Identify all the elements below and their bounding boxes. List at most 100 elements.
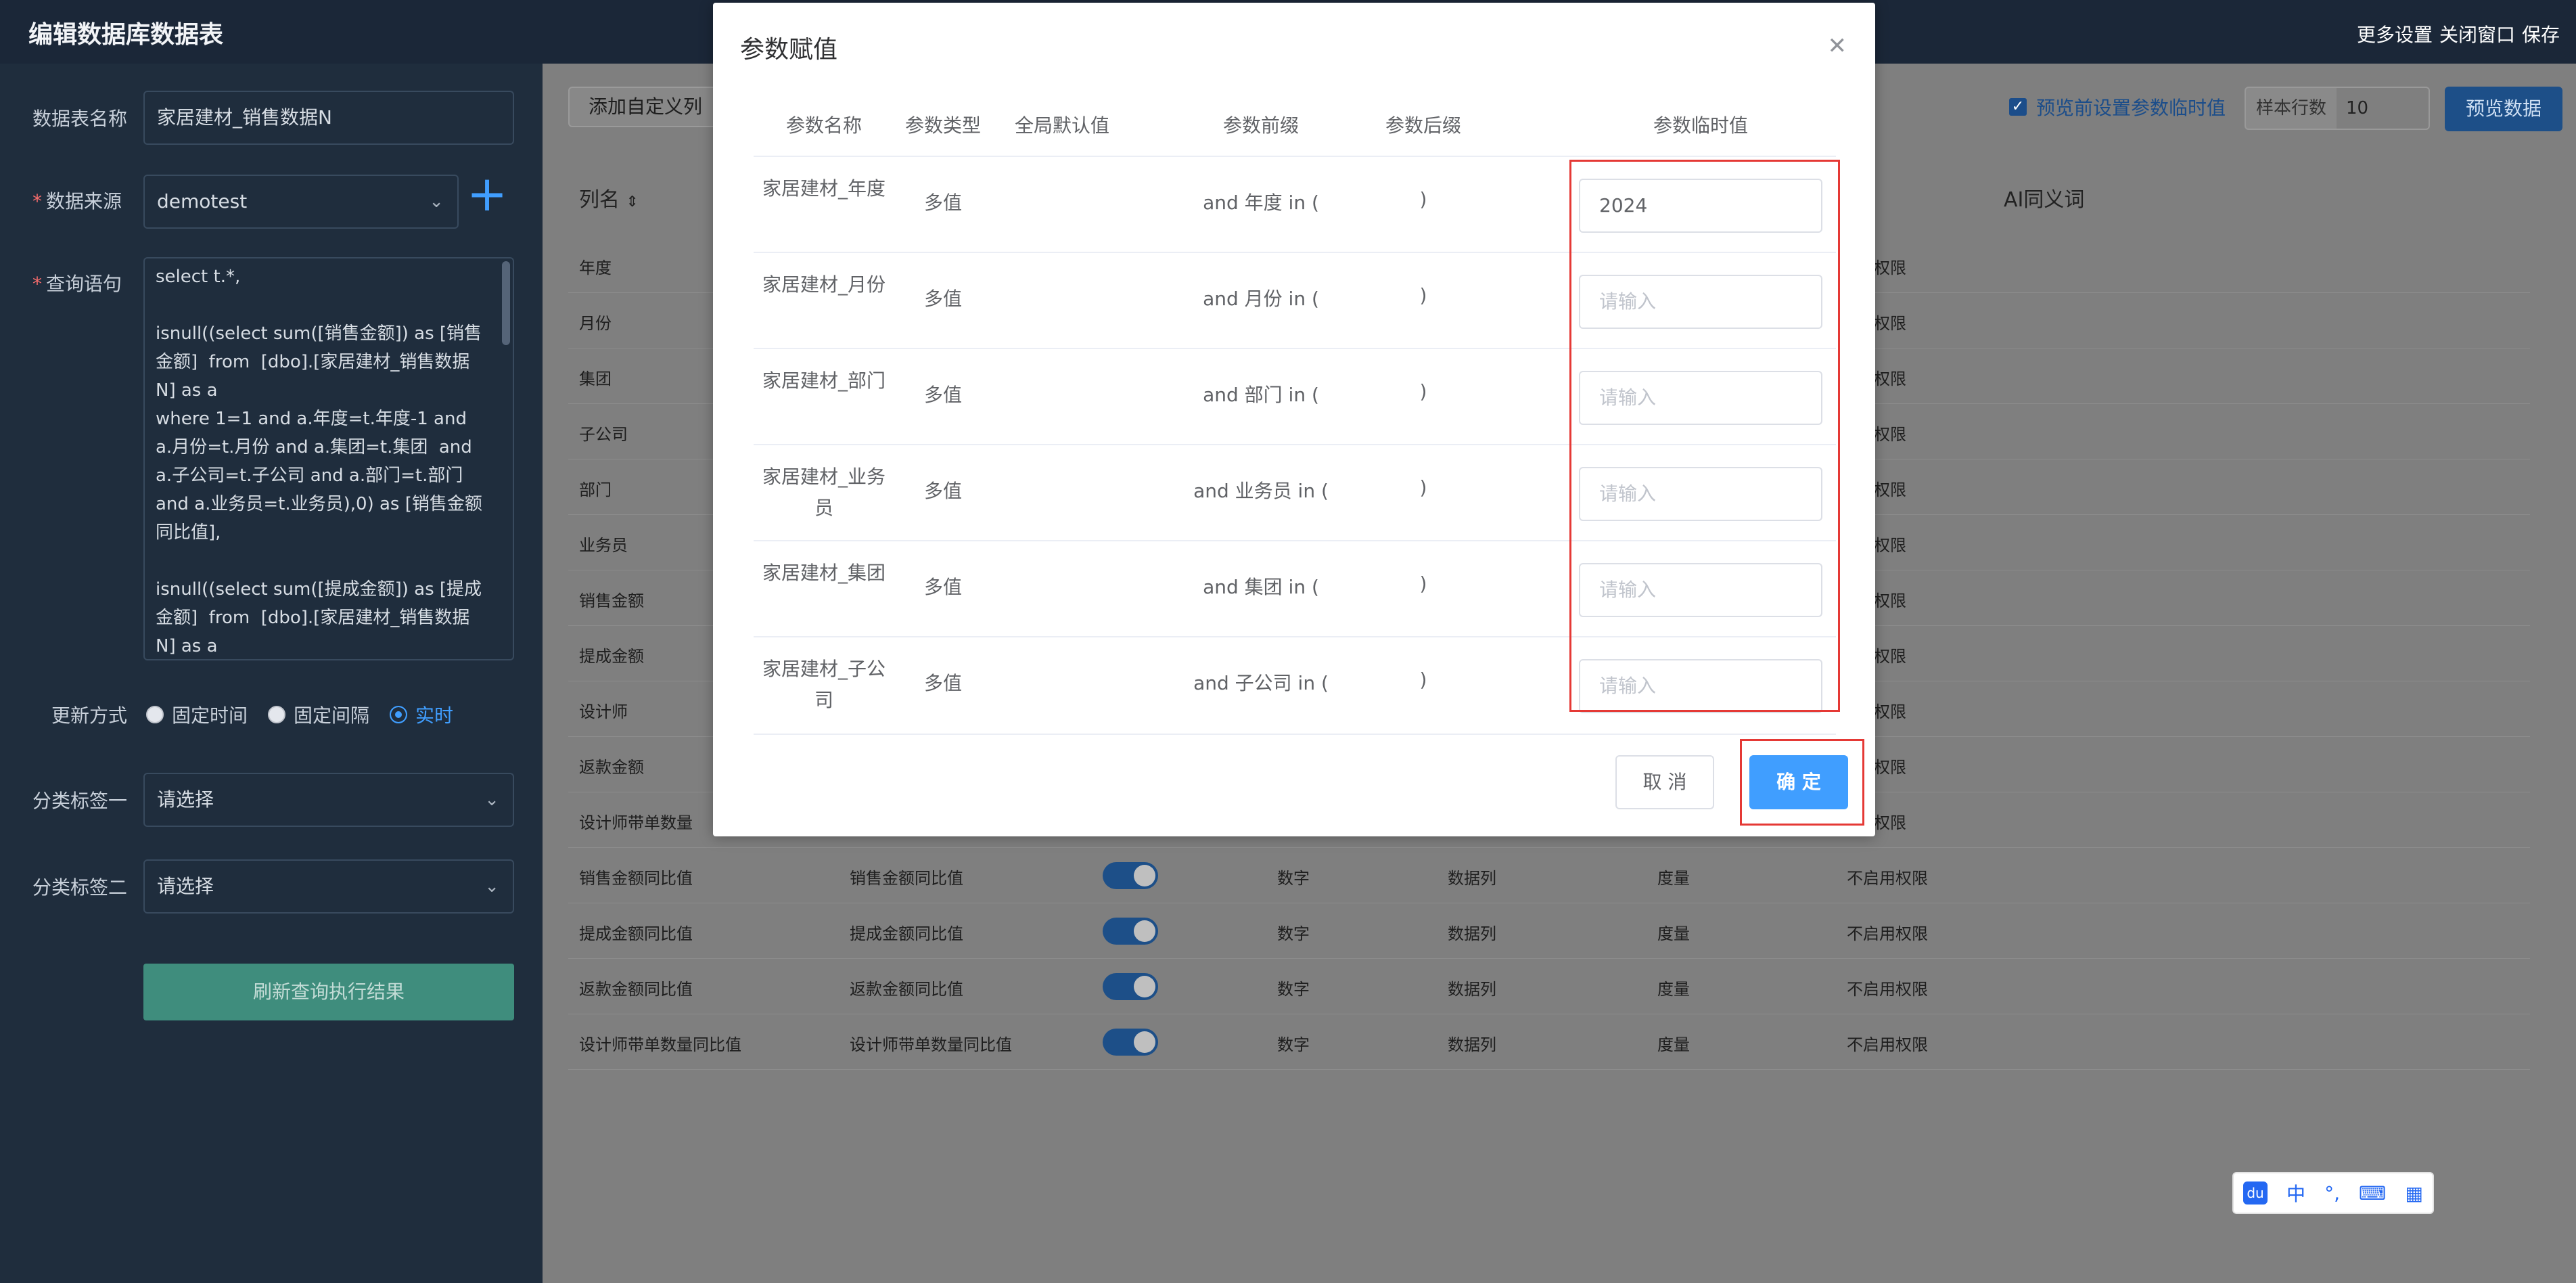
header-global-default: 全局默认值 [1014, 114, 1109, 137]
grid-icon[interactable]: ▦ [2405, 1182, 2422, 1205]
param-prefix: and 子公司 in ( [1193, 672, 1329, 694]
confirm-button[interactable]: 确 定 [1749, 755, 1848, 809]
header-temp-value: 参数临时值 [1653, 114, 1748, 137]
tag2-select[interactable]: 请选择 ⌄ [143, 859, 514, 914]
param-prefix: and 月份 in ( [1203, 288, 1319, 310]
column-enabled-toggle[interactable] [1103, 862, 1158, 889]
param-type: 多值 [923, 576, 962, 598]
top-actions: 更多设置 关闭窗口 保存 [2357, 20, 2560, 47]
close-window-link[interactable]: 关闭窗口 [2439, 20, 2515, 47]
param-row: 家居建材_年度 多值 and 年度 in ( ) 2024 [754, 156, 1836, 253]
table-name-label: 数据表名称 [32, 108, 128, 130]
param-suffix: ) [1419, 476, 1427, 499]
tag1-select-value: 请选择 [157, 788, 214, 811]
checkbox-checked-icon: ✓ [2009, 98, 2027, 116]
param-suffix: ) [1419, 188, 1427, 210]
source-select-value: demotest [157, 190, 248, 212]
param-name: 家居建材_月份 [762, 273, 886, 296]
radio-fixed-time-label[interactable]: 固定时间 [172, 701, 248, 728]
chevron-down-icon: ⌄ [484, 876, 499, 897]
param-type: 多值 [923, 480, 962, 502]
query-textarea[interactable]: select t.*, isnull((select sum([销售金额]) a… [143, 257, 514, 660]
param-type: 多值 [923, 384, 962, 406]
param-temp-value-input[interactable]: 请输入 [1579, 467, 1822, 521]
param-suffix: ) [1419, 572, 1427, 595]
header-param-type: 参数类型 [904, 114, 981, 137]
table-row[interactable]: 销售金额同比值 销售金额同比值 数字 数据列 度量 不启用权限 [568, 847, 2530, 903]
left-form-panel: 数据表名称 家居建材_销售数据N * 数据来源 demotest ⌄ + * 查询语… [0, 64, 543, 1283]
query-label: * 查询语句 [32, 273, 122, 295]
lang-toggle[interactable]: 中 [2286, 1179, 2305, 1207]
table-row[interactable]: 设计师带单数量同比值 设计师带单数量同比值 数字 数据列 度量 不启用权限 [568, 1014, 2530, 1070]
add-custom-column-button[interactable]: 添加自定义列 [568, 87, 723, 127]
refresh-query-button[interactable]: 刷新查询执行结果 [143, 964, 514, 1020]
sample-rows-input[interactable]: 10 [2337, 87, 2430, 130]
param-row: 家居建材_月份 多值 and 月份 in ( ) 请输入 [754, 252, 1836, 349]
param-temp-value-input[interactable]: 请输入 [1579, 371, 1822, 425]
param-suffix: ) [1419, 669, 1427, 691]
column-name-header[interactable]: 列名 ⇕ [579, 183, 639, 212]
param-temp-value-input[interactable]: 2024 [1579, 179, 1822, 233]
param-temp-value-input[interactable]: 请输入 [1579, 275, 1822, 329]
save-link[interactable]: 保存 [2522, 20, 2560, 47]
radio-fixed-interval[interactable] [268, 706, 286, 723]
param-temp-value-input[interactable]: 请输入 [1579, 659, 1822, 713]
param-prefix: and 集团 in ( [1203, 576, 1319, 598]
baidu-ime-logo[interactable]: du [2243, 1181, 2268, 1205]
query-scrollbar[interactable] [502, 261, 510, 345]
radio-realtime-label[interactable]: 实时 [415, 701, 453, 728]
punctuation-toggle[interactable]: °, [2324, 1182, 2340, 1205]
table-row[interactable]: 提成金额同比值 提成金额同比值 数字 数据列 度量 不启用权限 [568, 903, 2530, 959]
param-type: 多值 [923, 288, 962, 310]
ime-toolbar[interactable]: du 中 °, ⌨ ▦ [2232, 1172, 2434, 1214]
tag2-label: 分类标签二 [32, 876, 128, 899]
tag1-select[interactable]: 请选择 ⌄ [143, 773, 514, 827]
column-enabled-toggle[interactable] [1103, 918, 1158, 945]
sort-icon[interactable]: ⇕ [626, 194, 639, 210]
dialog-divider [754, 734, 1836, 735]
param-type: 多值 [923, 192, 962, 214]
close-icon[interactable]: ✕ [1828, 32, 1847, 60]
param-type: 多值 [923, 672, 962, 694]
param-row: 家居建材_业务员 多值 and 业务员 in ( ) 请输入 [754, 444, 1836, 541]
param-row: 家居建材_部门 多值 and 部门 in ( ) 请输入 [754, 348, 1836, 445]
param-prefix: and 年度 in ( [1203, 192, 1319, 214]
param-name: 家居建材_年度 [762, 177, 886, 200]
sample-rows-label: 样本行数 [2245, 87, 2338, 130]
source-label: * 数据来源 [32, 190, 122, 212]
cancel-button[interactable]: 取 消 [1615, 755, 1714, 809]
dialog-title: 参数赋值 [740, 36, 838, 64]
column-enabled-toggle[interactable] [1103, 1029, 1158, 1056]
chevron-down-icon: ⌄ [484, 790, 499, 810]
param-name: 家居建材_部门 [762, 369, 886, 392]
param-prefix: and 部门 in ( [1203, 384, 1319, 406]
source-select[interactable]: demotest ⌄ [143, 175, 459, 229]
table-name-input[interactable]: 家居建材_销售数据N [143, 91, 514, 145]
param-suffix: ) [1419, 284, 1427, 307]
preview-param-label: 预览前设置参数临时值 [2036, 97, 2226, 119]
add-source-icon[interactable]: + [465, 169, 509, 218]
param-row: 家居建材_子公司 多值 and 子公司 in ( ) 请输入 [754, 636, 1836, 734]
tag2-select-value: 请选择 [157, 875, 214, 897]
tag1-label: 分类标签一 [32, 790, 128, 812]
header-param-name: 参数名称 [785, 114, 862, 137]
preview-param-checkbox[interactable]: ✓ 预览前设置参数临时值 [2009, 93, 2226, 120]
param-row: 家居建材_集团 多值 and 集团 in ( ) 请输入 [754, 540, 1836, 637]
radio-realtime[interactable] [390, 706, 408, 723]
update-mode-group: 更新方式 固定时间 固定间隔 实时 [51, 701, 453, 728]
param-name: 家居建材_业务员 [762, 466, 886, 519]
param-suffix: ) [1419, 380, 1427, 403]
radio-fixed-time[interactable] [146, 706, 164, 723]
page-title: 编辑数据库数据表 [28, 21, 224, 49]
param-temp-value-input[interactable]: 请输入 [1579, 563, 1822, 617]
keyboard-icon[interactable]: ⌨ [2359, 1182, 2386, 1205]
radio-fixed-interval-label[interactable]: 固定间隔 [294, 701, 369, 728]
param-prefix: and 业务员 in ( [1193, 480, 1329, 502]
header-param-suffix: 参数后缀 [1385, 114, 1461, 137]
param-name: 家居建材_集团 [762, 562, 886, 584]
table-row[interactable]: 返款金额同比值 返款金额同比值 数字 数据列 度量 不启用权限 [568, 958, 2530, 1014]
preview-data-button[interactable]: 预览数据 [2445, 87, 2562, 131]
column-enabled-toggle[interactable] [1103, 973, 1158, 1000]
more-settings-link[interactable]: 更多设置 [2357, 20, 2433, 47]
update-mode-label: 更新方式 [51, 704, 128, 727]
